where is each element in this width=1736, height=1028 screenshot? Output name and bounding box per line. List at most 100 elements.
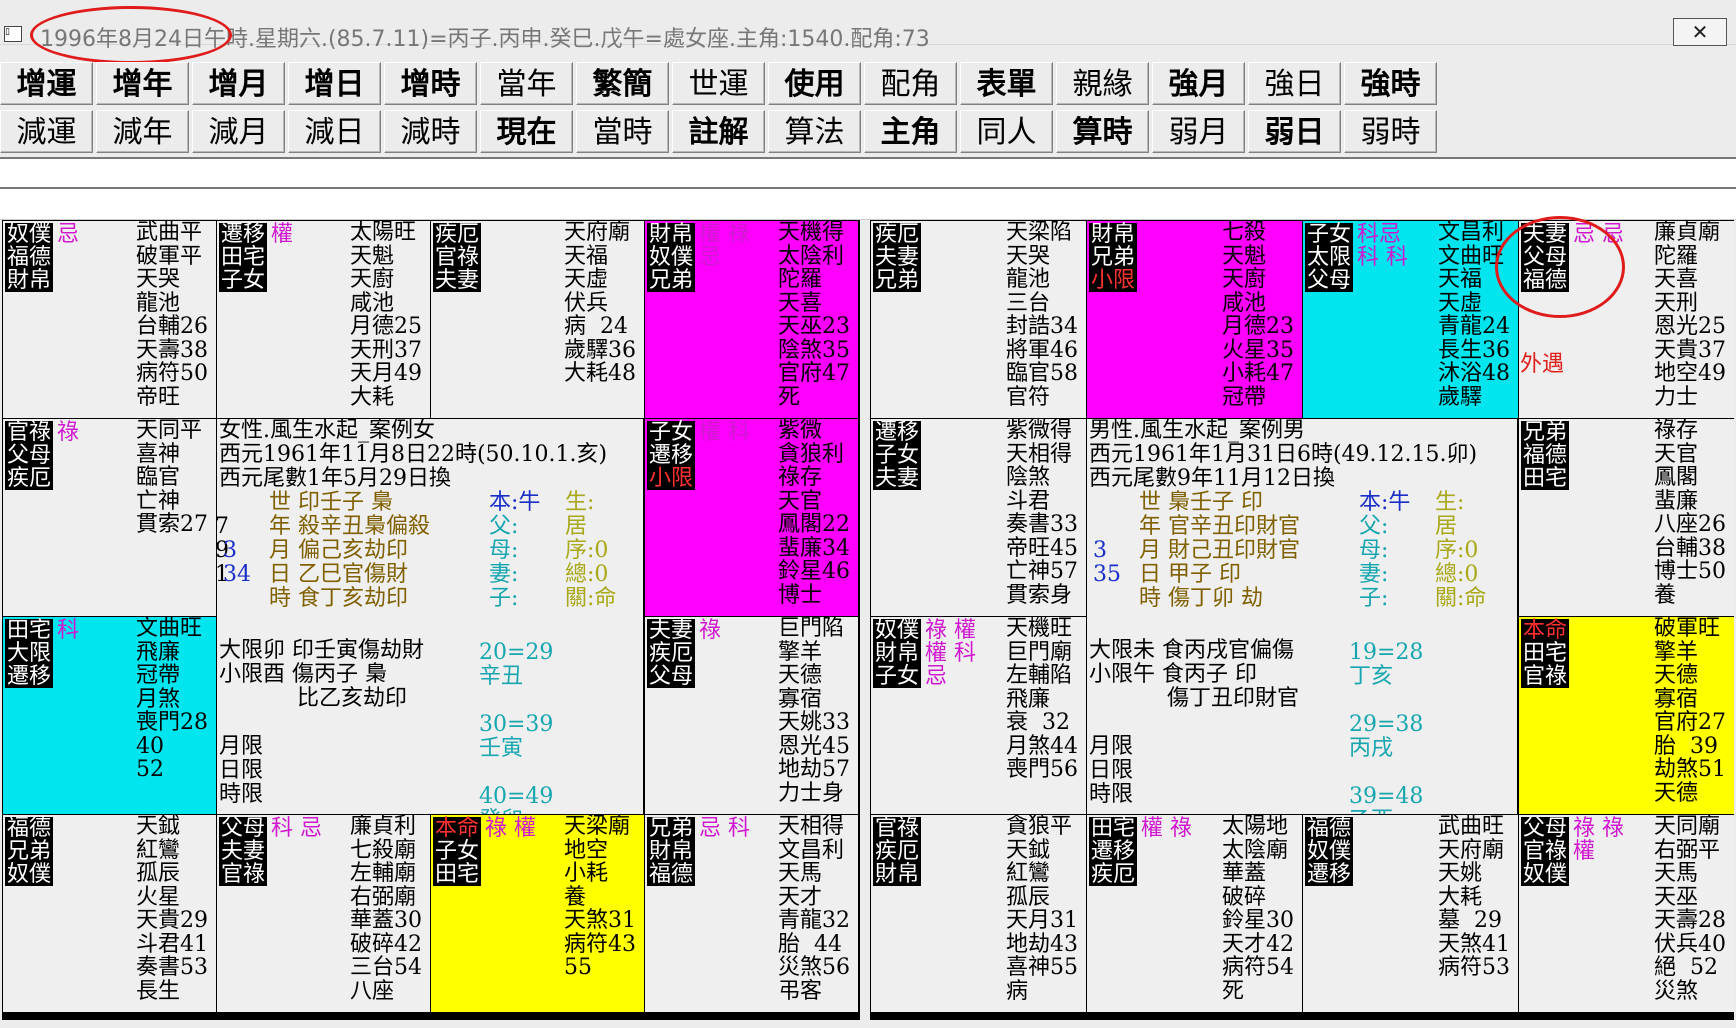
palace-cell[interactable]: 田宅 遷移 疾厄權 祿 太陽地 太陰廟 華蓋 破碎 鈴星30 天才42 病符54 死 xyxy=(1087,815,1302,1012)
palace-cell[interactable]: 父母 官祿 奴僕祿 祿 權天同廟 右弼平 天馬 天巫 天壽28 伏兵40 絕 52 … xyxy=(1519,815,1734,1012)
palace-transform-mark: 權 祿 xyxy=(1141,816,1192,841)
info-right: 居 xyxy=(565,514,588,539)
palace-cell[interactable]: 父母 夫妻 官祿科 忌 廉貞利 七殺廟 左輔廟 右弼廟 華蓋30 破碎42 三台54 … xyxy=(217,815,430,1012)
palace-label: 遷移 xyxy=(1305,862,1353,887)
palace-cell[interactable]: 奴僕 財帛 子女祿 權 權 科忌 天機旺 巨門廟 左輔陷 飛廉 衰 32 月煞44 喪… xyxy=(871,617,1086,814)
palace-label: 兄弟 xyxy=(1521,420,1569,445)
toolbar-button-row1-1[interactable]: 增年 xyxy=(96,62,189,105)
palace-labels: 父母 官祿 奴僕 xyxy=(1521,817,1569,886)
palace-cell[interactable]: 福德 兄弟 奴僕 天鉞 紅鸞 孤辰 火星 天貴29 斗君41 奏書53 長生 xyxy=(3,815,216,1012)
palace-label: 夫妻 xyxy=(873,466,921,491)
palace-label: 子女 xyxy=(1305,222,1353,247)
palace-label: 夫妻 xyxy=(873,245,921,270)
palace-label: 官祿 xyxy=(1521,839,1569,864)
palace-stars: 祿存 天官 鳳閣 蜚廉 八座26 台輔38 博士50 養 xyxy=(1654,419,1726,608)
palace-label: 遷移 xyxy=(873,420,921,445)
toolbar-button-row1-3[interactable]: 增日 xyxy=(288,62,381,105)
palace-cell[interactable]: 財帛 兄弟 小限 七殺 天魁 天廚 咸池 月德23 火星35 小耗47 冠帶 xyxy=(1087,221,1302,418)
palace-label: 官祿 xyxy=(433,245,481,270)
toolbar-button-row1-7[interactable]: 世運 xyxy=(672,62,765,105)
toolbar-button-row2-2[interactable]: 減月 xyxy=(192,110,285,153)
palace-labels: 兄弟 福德 田宅 xyxy=(1521,421,1569,490)
palace-cell[interactable]: 財帛 奴僕 兄弟權 祿忌 天機得 太陰利 陀羅 天喜 天巫23 陰煞35 官府47 死 xyxy=(645,221,858,418)
toolbar-button-row1-13[interactable]: 強日 xyxy=(1248,62,1341,105)
palace-label: 財帛 xyxy=(647,222,695,247)
palace-label: 遷移 xyxy=(647,443,695,468)
close-button[interactable]: ✕ xyxy=(1673,18,1727,46)
palace-labels: 財帛 兄弟 小限 xyxy=(1089,223,1137,292)
palace-cell[interactable]: 子女 太限 父母 科忌 科 科文昌利 文曲旺 天福 天虛 青龍24 長生36 沐浴48… xyxy=(1303,221,1518,418)
toolbar-button-row2-9[interactable]: 主角 xyxy=(864,110,957,153)
toolbar-button-row1-12[interactable]: 強月 xyxy=(1152,62,1245,105)
palace-cell[interactable]: 官祿 疾厄 財帛 貪狼平 天鉞 紅鸞 孤辰 天月31 地劫43 喜神55 病 xyxy=(871,815,1086,1012)
palace-cell[interactable]: 兄弟 財帛 福德忌 科 天相得 文昌利 天馬 天才 青龍32 胎 44 災煞56 弔客 xyxy=(645,815,858,1012)
toolbar-button-row2-7[interactable]: 註解 xyxy=(672,110,765,153)
palace-stars: 破軍旺 擎羊 天德 寡宿 官府27 胎 39 劫煞51 天德 xyxy=(1654,617,1726,806)
palace-cell[interactable]: 田宅 大限 遷移科 文曲旺 飛廉 冠帶 月煞 喪門28 40 52 xyxy=(3,617,216,814)
toolbar-button-row2-6[interactable]: 當時 xyxy=(576,110,669,153)
toolbar-button-row2-10[interactable]: 同人 xyxy=(960,110,1053,153)
palace-cell[interactable]: 遷移 子女 夫妻 紫微得 天相得 陰煞 斗君 奏書33 帝旺45 亡神57 貫索身 xyxy=(871,419,1086,616)
palace-cell[interactable]: 兄弟 福德 田宅 祿存 天官 鳳閣 蜚廉 八座26 台輔38 博士50 養 xyxy=(1519,419,1734,616)
info-left: 本:牛 xyxy=(1359,490,1411,515)
input-bar-1[interactable] xyxy=(0,157,1736,190)
toolbar-button-row2-5[interactable]: 現在 xyxy=(480,110,573,153)
palace-label: 子女 xyxy=(219,268,267,293)
palace-cell[interactable]: 疾厄 官祿 夫妻 天府廟 天福 天虛 伏兵 病 24 歲驛36 大耗48 xyxy=(431,221,644,418)
palace-transform-mark: 祿 祿 權 xyxy=(1573,816,1624,864)
palace-stars: 紫微得 天相得 陰煞 斗君 奏書33 帝旺45 亡神57 貫索身 xyxy=(1006,419,1078,608)
center-birth-date: 西元1961年11月8日22時(50.10.1.亥) xyxy=(219,442,608,467)
palace-label: 福德 xyxy=(647,862,695,887)
palace-label: 夫妻 xyxy=(433,268,481,293)
toolbar-button-row1-2[interactable]: 增月 xyxy=(192,62,285,105)
palace-labels: 田宅 遷移 疾厄 xyxy=(1089,817,1137,886)
palace-cell[interactable]: 福德 奴僕 遷移 武曲旺 天府廟 天姚 大耗 墓 29 天煞41 病符53 xyxy=(1303,815,1518,1012)
toolbar-button-row2-13[interactable]: 弱日 xyxy=(1248,110,1341,153)
toolbar-button-row2-1[interactable]: 減年 xyxy=(96,110,189,153)
toolbar-button-row2-4[interactable]: 減時 xyxy=(384,110,477,153)
palace-stars: 天同廟 右弼平 天馬 天巫 天壽28 伏兵40 絕 52 災煞 xyxy=(1654,815,1726,1004)
range-row: 壬寅 xyxy=(479,736,524,761)
toolbar-button-row1-5[interactable]: 當年 xyxy=(480,62,573,105)
toolbar-button-row2-8[interactable]: 算法 xyxy=(768,110,861,153)
toolbar-button-row1-11[interactable]: 親緣 xyxy=(1056,62,1149,105)
input-bar-2[interactable] xyxy=(0,187,1736,220)
toolbar-button-row2-12[interactable]: 弱月 xyxy=(1152,110,1245,153)
palace-label: 奴僕 xyxy=(873,618,921,643)
palace-labels: 遷移 子女 夫妻 xyxy=(873,421,921,490)
toolbar-button-row2-14[interactable]: 弱時 xyxy=(1344,110,1437,153)
toolbar-button-row2-0[interactable]: 減運 xyxy=(0,110,93,153)
range-row: 丙戌 xyxy=(1349,736,1394,761)
palace-cell[interactable]: 遷移 田宅 子女權 太陽旺 天魁 天廚 咸池 月德25 天刑37 天月49 大耗 xyxy=(217,221,430,418)
info-left: 妻: xyxy=(489,562,519,587)
palace-cell[interactable]: 奴僕 福德 財帛忌 武曲平 破軍平 天哭 龍池 台輔26 天壽38 病符50 帝旺 xyxy=(3,221,216,418)
toolbar-button-row1-14[interactable]: 強時 xyxy=(1344,62,1437,105)
palace-transform-mark: 祿 xyxy=(57,420,80,445)
toolbar-button-row1-9[interactable]: 配角 xyxy=(864,62,957,105)
palace-cell[interactable]: 疾厄 夫妻 兄弟 天梁陷 天哭 龍池 三台 封誥34 將軍46 臨官58 官符 xyxy=(871,221,1086,418)
palace-transform-mark: 忌 xyxy=(57,222,80,247)
toolbar-button-row2-11[interactable]: 算時 xyxy=(1056,110,1149,153)
toolbar-button-row1-4[interactable]: 增時 xyxy=(384,62,477,105)
palace-transform-mark: 忌 科 xyxy=(699,816,750,841)
toolbar-button-row2-3[interactable]: 減日 xyxy=(288,110,381,153)
info-left: 子: xyxy=(1359,586,1389,611)
palace-label: 財帛 xyxy=(873,862,921,887)
palace-cell[interactable]: 本命 子女 田宅祿 權 天梁廟 地空 小耗 養 天煞31 病符43 55 xyxy=(431,815,644,1012)
palace-label: 兄弟 xyxy=(5,839,53,864)
palace-stars: 貪狼平 天鉞 紅鸞 孤辰 天月31 地劫43 喜神55 病 xyxy=(1006,815,1078,1004)
palace-cell[interactable]: 本命 田宅 官祿 破軍旺 擎羊 天德 寡宿 官府27 胎 39 劫煞51 天德 xyxy=(1519,617,1734,814)
palace-label: 父母 xyxy=(5,443,53,468)
palace-label: 奴僕 xyxy=(647,245,695,270)
palace-cell[interactable]: 子女 遷移 小限權 科 紫微 貪狼利 祿存 天官 鳳閣22 蜚廉34 鈴星46 博士 xyxy=(645,419,858,616)
palace-transform-mark: 科 xyxy=(57,618,80,643)
toolbar-button-row1-8[interactable]: 使用 xyxy=(768,62,861,105)
toolbar-button-row1-10[interactable]: 表單 xyxy=(960,62,1053,105)
palace-cell[interactable]: 官祿 父母 疾厄祿 天同平 喜神 臨官 亡神 貫索27 xyxy=(3,419,216,616)
toolbar-button-row1-0[interactable]: 增運 xyxy=(0,62,93,105)
toolbar-button-row1-6[interactable]: 繁簡 xyxy=(576,62,669,105)
palace-label: 父母 xyxy=(1305,268,1353,293)
palace-labels: 本命 子女 田宅 xyxy=(433,817,481,886)
palace-cell[interactable]: 夫妻 疾厄 父母祿 巨門陷 擎羊 天德 寡宿 天姚33 恩光45 地劫57 力士身 xyxy=(645,617,858,814)
info-right: 生: xyxy=(565,490,595,515)
